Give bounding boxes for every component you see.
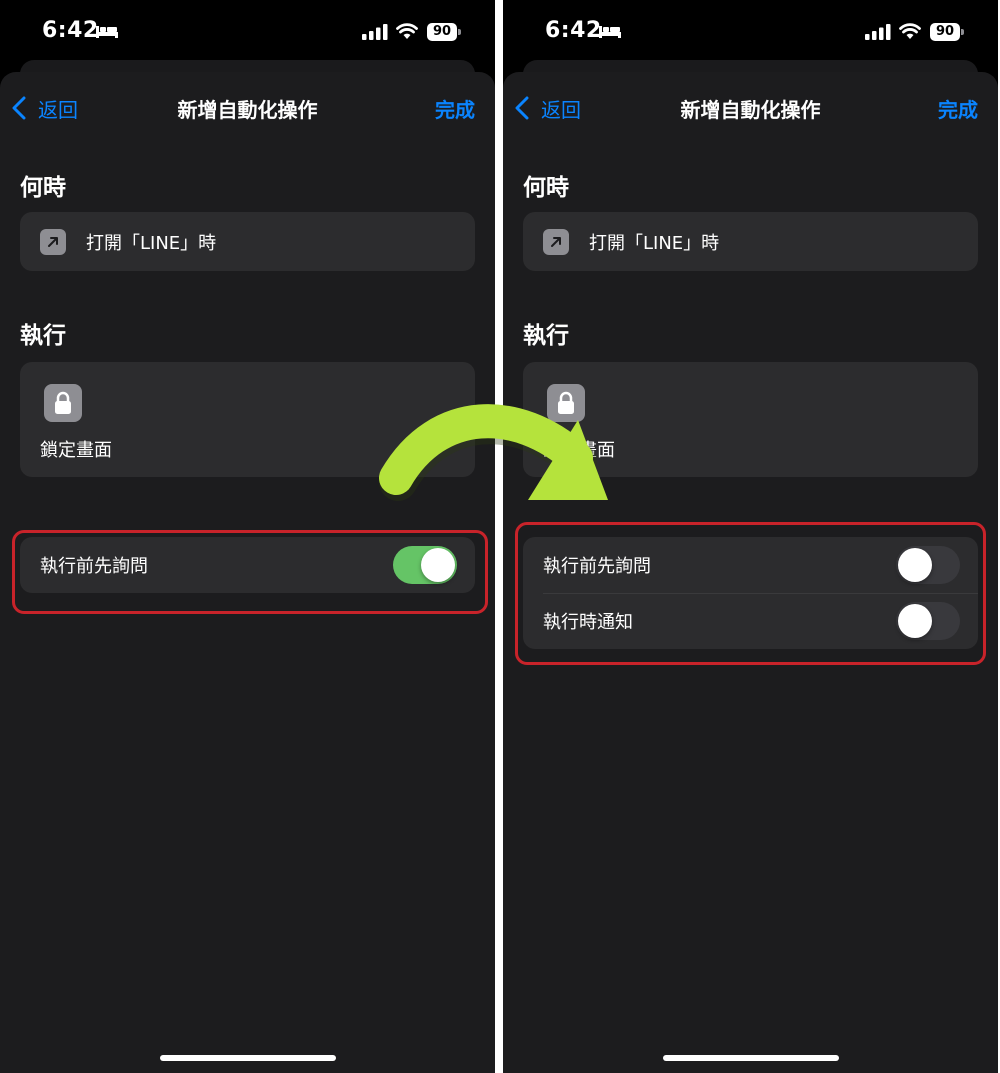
status-time: 6:42 — [42, 18, 99, 43]
chevron-left-icon — [515, 96, 529, 120]
notify-when-run-toggle[interactable] — [896, 602, 960, 640]
trigger-label: 打開「LINE」時 — [86, 232, 217, 254]
toggle-knob — [421, 548, 455, 582]
arrow-up-right-icon — [48, 236, 58, 247]
lock-screen-tile — [44, 384, 82, 422]
trigger-row[interactable]: 打開「LINE」時 — [20, 212, 475, 271]
wifi-icon — [899, 23, 921, 39]
home-indicator — [663, 1055, 839, 1061]
back-button[interactable]: 返回 — [12, 94, 78, 122]
toggle-knob — [898, 548, 932, 582]
do-heading: 執行 — [523, 323, 569, 349]
options-card: 執行前先詢問 — [20, 537, 475, 593]
ask-before-running-row: 執行前先詢問 — [20, 537, 475, 593]
navigation-bar: 返回 新增自動化操作 完成 — [503, 72, 998, 142]
chevron-left-icon — [12, 96, 26, 120]
battery-indicator: 90 — [427, 23, 461, 41]
trigger-row[interactable]: 打開「LINE」時 — [523, 212, 978, 271]
cellular-signal-icon — [865, 24, 891, 40]
done-button[interactable]: 完成 — [435, 94, 475, 123]
sleep-focus-icon — [96, 26, 118, 38]
automation-sheet: 返回 新增自動化操作 完成 何時 打開「LINE」時 執行 鎖定畫面 執行前先詢… — [0, 72, 495, 1073]
options-card: 執行前先詢問 執行時通知 — [523, 537, 978, 649]
battery-tip — [961, 29, 964, 35]
option-label: 執行前先詢問 — [543, 556, 651, 577]
ask-before-running-toggle[interactable] — [393, 546, 457, 584]
action-label: 鎖定畫面 — [543, 440, 615, 461]
home-indicator — [160, 1055, 336, 1061]
screenshot-after: 6:42 90 返回 新增自動化操作 完成 何時 打開「LINE」時 執行 鎖定… — [503, 0, 998, 1073]
open-app-icon — [40, 228, 66, 255]
option-label: 執行前先詢問 — [40, 556, 148, 577]
cellular-signal-icon — [362, 24, 388, 40]
lock-icon — [558, 391, 574, 414]
action-label: 鎖定畫面 — [40, 440, 112, 461]
back-label: 返回 — [38, 97, 78, 122]
lock-icon — [55, 391, 71, 414]
do-heading: 執行 — [20, 323, 66, 349]
sleep-focus-icon — [599, 26, 621, 38]
when-heading: 何時 — [20, 175, 66, 201]
back-label: 返回 — [541, 97, 581, 122]
option-label: 執行時通知 — [543, 612, 633, 633]
automation-sheet: 返回 新增自動化操作 完成 何時 打開「LINE」時 執行 鎖定畫面 執行前先詢… — [503, 72, 998, 1073]
arrow-up-right-icon — [551, 236, 561, 247]
navigation-bar: 返回 新增自動化操作 完成 — [0, 72, 495, 142]
notify-when-run-row: 執行時通知 — [523, 593, 978, 649]
lock-screen-tile — [547, 384, 585, 422]
done-button[interactable]: 完成 — [938, 94, 978, 123]
open-app-icon — [543, 228, 569, 255]
battery-indicator: 90 — [930, 23, 964, 41]
status-bar: 6:42 90 — [0, 0, 495, 62]
status-bar: 6:42 90 — [503, 0, 998, 62]
back-button[interactable]: 返回 — [515, 94, 581, 122]
toggle-knob — [898, 604, 932, 638]
screenshot-before: 6:42 90 返回 新增自動化操作 完成 何時 打開「LINE」時 執行 鎖定… — [0, 0, 495, 1073]
when-heading: 何時 — [523, 175, 569, 201]
action-card[interactable]: 鎖定畫面 — [20, 362, 475, 477]
status-time: 6:42 — [545, 18, 602, 43]
battery-level: 90 — [930, 23, 960, 41]
battery-tip — [458, 29, 461, 35]
ask-before-running-row: 執行前先詢問 — [523, 537, 978, 593]
action-card[interactable]: 鎖定畫面 — [523, 362, 978, 477]
ask-before-running-toggle[interactable] — [896, 546, 960, 584]
wifi-icon — [396, 23, 418, 39]
battery-level: 90 — [427, 23, 457, 41]
trigger-label: 打開「LINE」時 — [589, 232, 720, 254]
